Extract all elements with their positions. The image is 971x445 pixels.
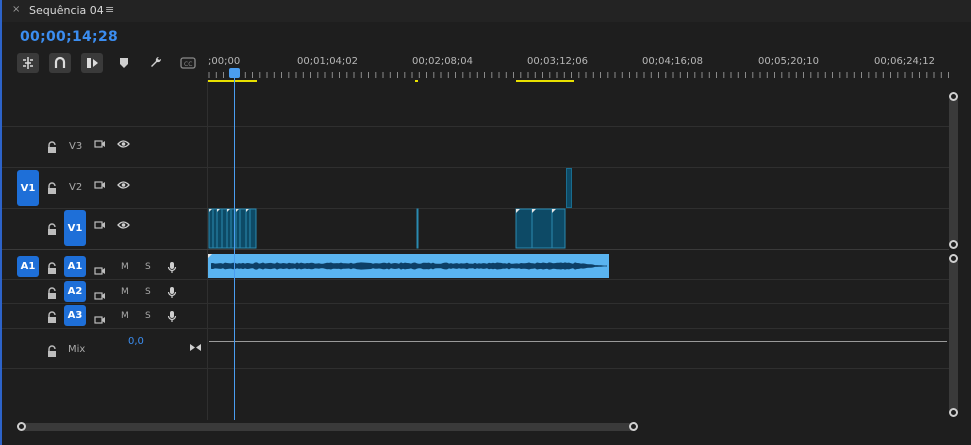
zoom-handle-right[interactable] xyxy=(629,422,638,431)
lock-icon[interactable] xyxy=(46,309,58,328)
audio-clip-a1[interactable] xyxy=(207,253,612,279)
sync-lock-icon[interactable] xyxy=(94,134,106,153)
scroll-handle[interactable] xyxy=(949,408,958,417)
linked-selection-icon[interactable] xyxy=(81,53,103,73)
track-target-a3[interactable]: A3 xyxy=(64,305,86,326)
video-audio-separator xyxy=(2,249,949,250)
ruler-label: 00;02;08;04 xyxy=(412,56,474,67)
track-target-a1[interactable]: A1 xyxy=(64,256,86,277)
playhead-line[interactable] xyxy=(234,73,235,420)
sync-lock-icon[interactable] xyxy=(94,286,106,305)
close-icon[interactable]: × xyxy=(12,4,20,15)
microphone-icon[interactable] xyxy=(167,259,177,278)
wrench-icon[interactable] xyxy=(145,53,167,73)
horizontal-zoom-scrollbar[interactable] xyxy=(20,423,635,431)
track-separator xyxy=(2,328,949,329)
eye-icon[interactable] xyxy=(117,134,130,153)
ruler-label: 00;01;04;02 xyxy=(297,56,359,67)
lock-icon[interactable] xyxy=(46,260,58,279)
lock-icon[interactable] xyxy=(46,180,58,199)
sync-lock-icon[interactable] xyxy=(94,175,106,194)
track-name-v3[interactable]: V3 xyxy=(69,141,82,152)
sync-lock-icon[interactable] xyxy=(94,261,106,280)
magnet-icon[interactable] xyxy=(49,53,71,73)
sync-lock-icon[interactable] xyxy=(94,310,106,329)
lock-icon[interactable] xyxy=(46,139,58,158)
track-name-v2[interactable]: V2 xyxy=(69,182,82,193)
ruler-label: 00;04;16;08 xyxy=(642,56,704,67)
lock-icon[interactable] xyxy=(46,285,58,304)
mute-button[interactable]: M xyxy=(121,262,129,272)
source-patch-v1[interactable]: V1 xyxy=(17,170,39,206)
zoom-handle-left[interactable] xyxy=(17,422,26,431)
track-separator xyxy=(2,167,949,168)
ruler-label: ;00;00 xyxy=(208,56,241,67)
ruler-label: 00;03;12;06 xyxy=(527,56,589,67)
timeline-panel: × Sequência 04 ≡ 00;00;14;28 CC ;00;00 0… xyxy=(0,0,971,445)
solo-button[interactable]: S xyxy=(145,311,151,321)
eye-icon[interactable] xyxy=(117,215,130,234)
playhead-timecode[interactable]: 00;00;14;28 xyxy=(20,29,118,45)
bowtie-icon[interactable] xyxy=(189,337,202,356)
time-ruler[interactable] xyxy=(207,68,952,84)
svg-text:CC: CC xyxy=(184,61,192,68)
sequence-tab-title[interactable]: Sequência 04 xyxy=(29,4,104,17)
video-vertical-scrollbar[interactable] xyxy=(949,96,958,246)
track-target-a2[interactable]: A2 xyxy=(64,281,86,302)
source-patch-a1[interactable]: A1 xyxy=(17,256,39,277)
marker-icon[interactable] xyxy=(113,53,135,73)
track-separator xyxy=(2,279,949,280)
video-clip[interactable] xyxy=(566,168,572,208)
solo-button[interactable]: S xyxy=(145,262,151,272)
lock-icon[interactable] xyxy=(46,343,58,362)
microphone-icon[interactable] xyxy=(167,308,177,327)
v1-track-clips[interactable] xyxy=(207,208,952,249)
solo-button[interactable]: S xyxy=(145,287,151,297)
sync-lock-icon[interactable] xyxy=(94,215,106,234)
track-separator xyxy=(2,303,949,304)
track-separator xyxy=(2,126,949,127)
mute-button[interactable]: M xyxy=(121,287,129,297)
captions-icon[interactable]: CC xyxy=(177,53,199,73)
lock-icon[interactable] xyxy=(46,221,58,240)
scroll-handle[interactable] xyxy=(949,254,958,263)
mix-volume-value[interactable]: 0,0 xyxy=(128,336,144,347)
tab-bar xyxy=(2,0,971,22)
track-header-divider xyxy=(207,80,208,420)
mute-button[interactable]: M xyxy=(121,311,129,321)
ruler-label: 00;05;20;10 xyxy=(758,56,820,67)
scroll-handle[interactable] xyxy=(949,92,958,101)
track-separator xyxy=(2,368,949,369)
track-target-v1[interactable]: V1 xyxy=(64,210,86,246)
snap-insert-icon[interactable] xyxy=(17,53,39,73)
ruler-label: 00;06;24;12 xyxy=(874,56,936,67)
scroll-handle[interactable] xyxy=(949,240,958,249)
panel-menu-icon[interactable]: ≡ xyxy=(105,3,114,16)
eye-icon[interactable] xyxy=(117,175,130,194)
mix-volume-line[interactable] xyxy=(209,341,947,342)
microphone-icon[interactable] xyxy=(167,284,177,303)
mix-track-label: Mix xyxy=(68,344,86,355)
audio-vertical-scrollbar[interactable] xyxy=(949,258,958,414)
